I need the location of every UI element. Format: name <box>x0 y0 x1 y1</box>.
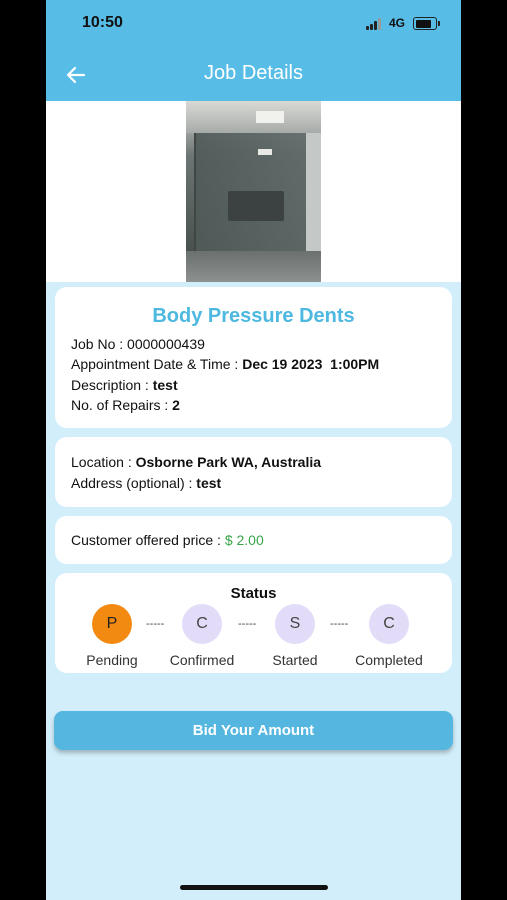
status-bar: 10:50 4G <box>46 0 461 50</box>
appointment-label: Appointment Date & Time : <box>71 356 243 372</box>
price-label: Customer offered price : <box>71 532 225 548</box>
location-value: Osborne Park WA, Australia <box>135 454 322 470</box>
status-step-confirmed: C Confirmed <box>162 604 242 668</box>
repairs-label: No. of Repairs : <box>71 397 173 413</box>
status-circle: C <box>369 604 409 644</box>
location-row: Location : Osborne Park WA, Australia <box>71 454 321 470</box>
job-photo-container <box>46 101 461 282</box>
appointment-value: Dec 19 2023 1:00PM <box>242 356 380 372</box>
location-card: Location : Osborne Park WA, Australia Ad… <box>55 437 452 507</box>
location-label: Location : <box>71 454 136 470</box>
status-step-pending: P Pending <box>72 604 152 668</box>
status-time: 10:50 <box>82 14 123 31</box>
repairs-row: No. of Repairs : 2 <box>71 397 180 413</box>
home-indicator[interactable] <box>180 885 328 890</box>
description-label: Description : <box>71 377 153 393</box>
description-value: test <box>152 377 178 393</box>
app-bar: Job Details <box>46 50 461 101</box>
price-value: $ 2.00 <box>224 532 264 548</box>
status-circle: C <box>182 604 222 644</box>
job-number-row: Job No : 0000000439 <box>71 336 205 352</box>
network-type: 4G <box>389 16 406 30</box>
job-title: Body Pressure Dents <box>152 305 355 327</box>
status-label: Started <box>272 652 318 668</box>
job-number-label: Job No : <box>71 336 128 352</box>
phone-screen: 10:50 4G Job Details Body Pressure Dents… <box>46 0 461 900</box>
bid-your-amount-button[interactable]: Bid Your Amount <box>54 711 453 750</box>
repairs-value: 2 <box>172 397 180 413</box>
battery-icon <box>413 17 440 30</box>
status-label: Completed <box>355 652 423 668</box>
status-circle: P <box>92 604 132 644</box>
status-label: Confirmed <box>169 652 235 668</box>
address-row: Address (optional) : test <box>71 475 221 491</box>
address-label: Address (optional) : <box>71 475 197 491</box>
status-step-completed: C Completed <box>349 604 429 668</box>
job-photo[interactable] <box>186 101 321 282</box>
status-circle: S <box>275 604 315 644</box>
status-step-started: S Started <box>255 604 335 668</box>
status-label: Pending <box>86 652 138 668</box>
signal-icon <box>366 18 382 30</box>
appointment-row: Appointment Date & Time : Dec 19 2023 1:… <box>71 356 379 372</box>
job-info-card: Body Pressure Dents Job No : 0000000439 … <box>55 287 452 428</box>
price-row: Customer offered price : $ 2.00 <box>71 532 264 548</box>
description-row: Description : test <box>71 377 178 393</box>
price-card: Customer offered price : $ 2.00 <box>55 516 452 564</box>
status-separator: ----- <box>238 618 257 630</box>
status-heading: Status <box>230 585 277 602</box>
address-value: test <box>196 475 222 491</box>
page-title: Job Details <box>204 62 303 84</box>
status-card: Status P Pending ----- C Confirmed -----… <box>55 573 452 673</box>
job-number-value: 0000000439 <box>127 336 205 352</box>
status-separator: ----- <box>330 618 349 630</box>
